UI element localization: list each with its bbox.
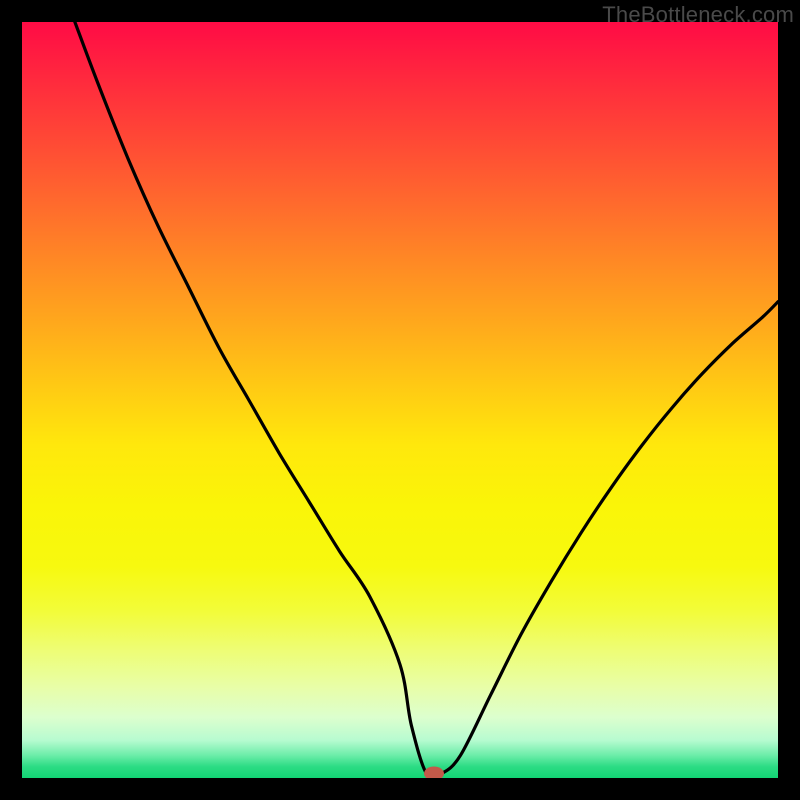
chart-svg <box>22 22 778 778</box>
bottleneck-curve <box>75 22 778 778</box>
minimum-marker <box>424 767 444 779</box>
chart-frame: TheBottleneck.com <box>0 0 800 800</box>
plot-area <box>22 22 778 778</box>
watermark-text: TheBottleneck.com <box>602 2 794 28</box>
